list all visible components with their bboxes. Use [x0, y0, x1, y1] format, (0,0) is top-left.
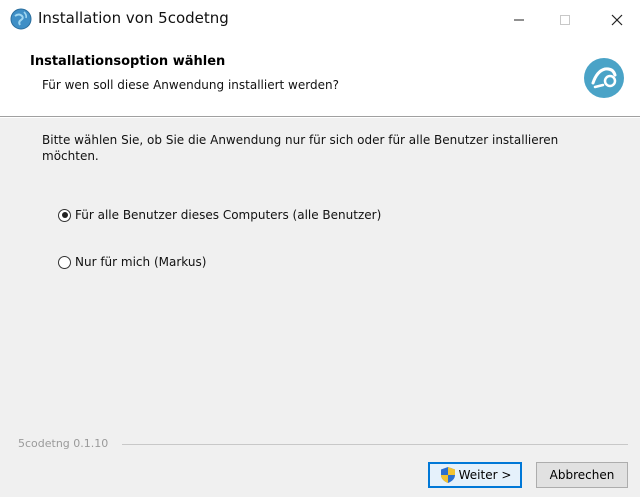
installer-window: Installation von 5codetng Installationso…	[0, 0, 640, 497]
title-bar: Installation von 5codetng	[0, 0, 640, 40]
app-logo-icon	[584, 58, 624, 98]
header-divider-highlight	[0, 117, 640, 118]
radio-only-me[interactable]	[58, 255, 71, 269]
maximize-button[interactable]	[542, 0, 588, 40]
close-icon	[611, 14, 623, 26]
minimize-button[interactable]	[496, 0, 542, 40]
option-all-users-label: Für alle Benutzer dieses Computers (alle…	[75, 208, 382, 222]
page-subtitle: Für wen soll diese Anwendung installiert…	[42, 78, 339, 92]
option-all-users[interactable]: Für alle Benutzer dieses Computers (alle…	[58, 208, 381, 222]
close-button[interactable]	[594, 0, 640, 40]
option-only-me[interactable]: Nur für mich (Markus)	[58, 255, 206, 269]
window-title: Installation von 5codetng	[38, 9, 229, 27]
option-only-me-label: Nur für mich (Markus)	[75, 255, 207, 269]
footer-divider	[122, 444, 628, 445]
installer-globe-icon	[10, 8, 32, 30]
uac-shield-icon	[440, 467, 455, 483]
intro-text: Bitte wählen Sie, ob Sie die Anwendung n…	[42, 133, 559, 163]
version-label: 5codetng 0.1.10	[18, 437, 109, 450]
next-button-label: Weiter >	[458, 468, 512, 482]
maximize-icon	[560, 15, 570, 25]
minimize-icon	[514, 19, 524, 21]
cancel-button-label: Abbrechen	[549, 468, 615, 482]
wizard-header: Installationsoption wählen Für wen soll …	[0, 40, 640, 116]
page-title: Installationsoption wählen	[30, 54, 226, 69]
cancel-button[interactable]: Abbrechen	[536, 462, 628, 488]
next-button[interactable]: Weiter >	[428, 462, 522, 488]
radio-all-users[interactable]	[58, 208, 71, 222]
